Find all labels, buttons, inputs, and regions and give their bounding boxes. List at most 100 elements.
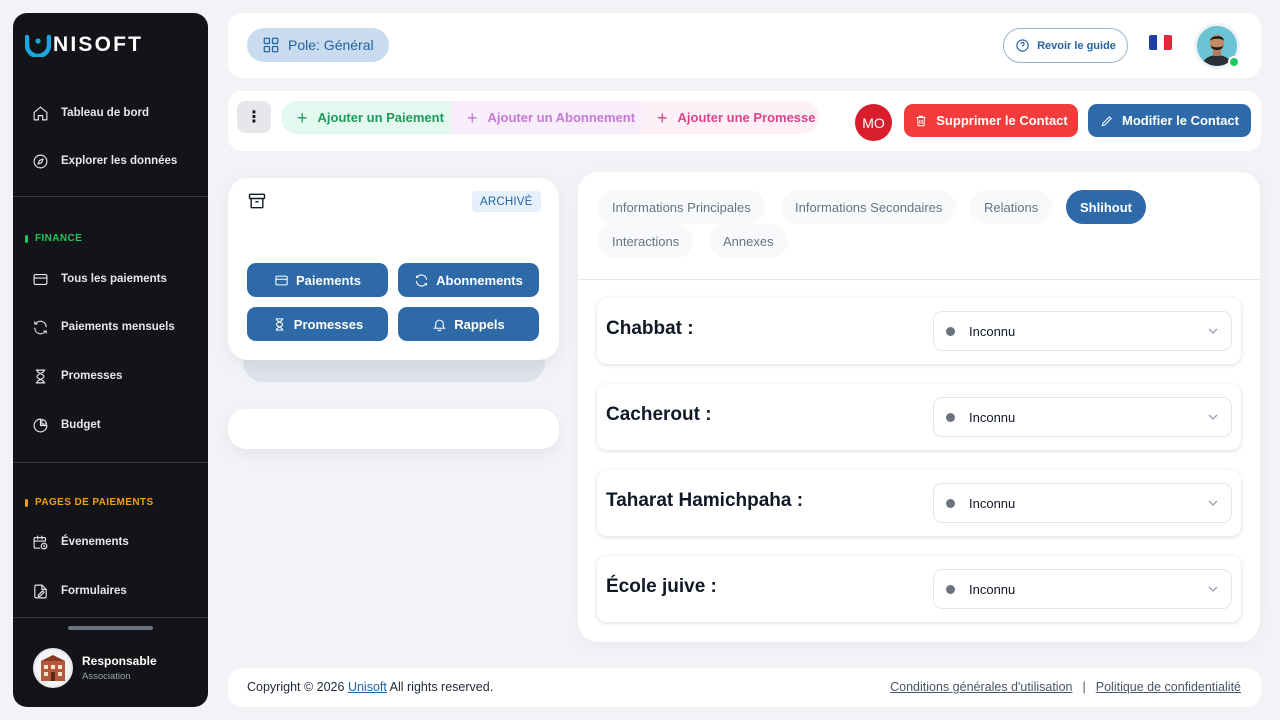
sidebar-item-explore[interactable]: Explorer les données — [32, 151, 177, 171]
tab-relations[interactable]: Relations — [970, 190, 1053, 224]
tabs-divider — [578, 279, 1260, 280]
avatar — [33, 648, 73, 688]
building-icon — [41, 655, 65, 681]
plus-icon: + — [657, 107, 668, 128]
compass-icon — [33, 154, 48, 168]
header-bar: Pole: Général Revoir le guide — [228, 13, 1261, 78]
privacy-link[interactable]: Politique de confidentialité — [1096, 680, 1241, 694]
status-dot — [946, 326, 955, 336]
copyright: Copyright © 2026 Unisoft All rights rese… — [247, 680, 494, 694]
select-value: Inconnu — [969, 495, 1016, 511]
cacherout-select[interactable]: Inconnu — [933, 397, 1232, 437]
status-dot — [946, 498, 955, 508]
chevron-down-icon — [1208, 500, 1218, 506]
hourglass-icon — [275, 317, 284, 331]
field-cacherout: Cacherout : Inconnu — [597, 384, 1241, 450]
contact-summary-card: ARCHIVÉ Paiements Abonnements Promesses … — [228, 178, 559, 360]
grid-icon — [263, 37, 279, 53]
calendar-clock-icon — [33, 535, 48, 549]
contact-details-panel: Informations Principales Informations Se… — [578, 172, 1260, 642]
user-block[interactable]: Responsable Association — [33, 648, 157, 688]
payments-button[interactable]: Paiements — [247, 263, 388, 297]
bell-icon — [433, 319, 446, 331]
sidebar-divider — [13, 617, 208, 618]
sidebar-item-label: Promesses — [61, 370, 123, 382]
user-role: Association — [82, 671, 131, 682]
sidebar-item-dashboard[interactable]: Tableau de bord — [32, 103, 149, 123]
sidebar-item-monthly-payments[interactable]: Paiements mensuels — [32, 317, 175, 337]
sidebar-divider — [13, 196, 208, 197]
help-circle-icon — [1016, 39, 1029, 52]
sidebar-item-events[interactable]: Évenements — [32, 532, 129, 552]
archived-badge: ARCHIVÉ — [472, 191, 541, 212]
refresh-icon — [416, 273, 428, 287]
add-payment-button[interactable]: + Ajouter un Paiement — [281, 101, 453, 134]
sidebar-item-label: Tableau de bord — [61, 107, 149, 119]
guide-button[interactable]: Revoir le guide — [1003, 28, 1128, 63]
reminders-button[interactable]: Rappels — [398, 307, 539, 341]
pole-selector[interactable]: Pole: Général — [247, 28, 389, 62]
taharat-hamichpaha-select[interactable]: Inconnu — [933, 483, 1232, 523]
chabbat-select[interactable]: Inconnu — [933, 311, 1232, 351]
unisoft-link[interactable]: Unisoft — [348, 680, 387, 694]
select-value: Inconnu — [969, 409, 1016, 425]
tab-annexes[interactable]: Annexes — [709, 224, 788, 258]
credit-card-icon — [275, 275, 288, 285]
french-flag-icon[interactable] — [1149, 35, 1172, 50]
sidebar: NISOFT Tableau de bord Explorer les donn… — [13, 13, 208, 707]
pencil-icon — [1101, 115, 1112, 126]
plus-icon: + — [467, 107, 478, 128]
subscriptions-button[interactable]: Abonnements — [398, 263, 539, 297]
select-value: Inconnu — [969, 581, 1016, 597]
sidebar-item-budget[interactable]: Budget — [32, 415, 101, 435]
tab-secondary-info[interactable]: Informations Secondaires — [781, 190, 957, 224]
status-dot — [946, 584, 955, 594]
tab-main-info[interactable]: Informations Principales — [598, 190, 765, 224]
chevron-down-icon — [1208, 414, 1218, 420]
field-label: Cacherout : — [606, 404, 712, 425]
action-bar: ⋮ + Ajouter un Paiement + Ajouter un Abo… — [228, 91, 1261, 151]
sidebar-item-label: Tous les paiements — [61, 273, 167, 285]
sidebar-item-all-payments[interactable]: Tous les paiements — [32, 269, 167, 289]
footer: Copyright © 2026 Unisoft All rights rese… — [228, 668, 1261, 707]
archive-icon[interactable] — [247, 191, 267, 211]
guide-label: Revoir le guide — [1037, 39, 1116, 52]
sidebar-item-label: Évenements — [61, 536, 129, 548]
field-label: Taharat Hamichpaha : — [606, 490, 804, 511]
chevron-down-icon — [1208, 328, 1218, 334]
sidebar-divider — [13, 462, 208, 463]
add-subscription-button[interactable]: + Ajouter un Abonnement — [451, 101, 641, 134]
sidebar-item-label: Paiements mensuels — [61, 321, 175, 333]
form-icon — [34, 584, 47, 598]
section-payment-pages: PAGES DE PAIEMENTS — [25, 497, 154, 508]
field-label: Chabbat : — [606, 318, 694, 339]
field-taharat-hamichpaha: Taharat Hamichpaha : Inconnu — [597, 470, 1241, 536]
ecole-juive-select[interactable]: Inconnu — [933, 569, 1232, 609]
promises-button[interactable]: Promesses — [247, 307, 388, 341]
terms-link[interactable]: Conditions générales d'utilisation — [890, 680, 1072, 694]
tab-shlihout[interactable]: Shlihout — [1066, 190, 1146, 224]
credit-card-icon — [33, 273, 48, 285]
online-status-indicator — [1228, 56, 1240, 68]
kebab-menu-icon: ⋮ — [246, 109, 262, 126]
empty-card — [228, 409, 559, 449]
tab-interactions[interactable]: Interactions — [598, 224, 694, 258]
edit-contact-button[interactable]: Modifier le Contact — [1088, 104, 1251, 137]
add-promise-button[interactable]: + Ajouter une Promesse — [641, 101, 819, 134]
sidebar-item-promises[interactable]: Promesses — [32, 366, 122, 386]
contact-initials-badge: MO — [855, 104, 892, 141]
hourglass-icon — [35, 369, 46, 383]
more-options-button[interactable]: ⋮ — [237, 101, 271, 133]
logo[interactable]: NISOFT — [25, 33, 143, 57]
sidebar-item-forms[interactable]: Formulaires — [32, 581, 127, 601]
pie-chart-icon — [33, 418, 48, 432]
status-dot — [946, 412, 955, 422]
delete-contact-button[interactable]: Supprimer le Contact — [904, 104, 1078, 137]
sidebar-item-label: Formulaires — [61, 585, 127, 597]
plus-icon: + — [297, 107, 308, 128]
field-chabbat: Chabbat : Inconnu — [597, 298, 1241, 364]
unisoft-logo-icon — [25, 34, 51, 57]
sidebar-scroll-handle[interactable] — [68, 626, 153, 630]
field-label: École juive : — [606, 576, 717, 597]
section-finance: FINANCE — [25, 233, 82, 244]
